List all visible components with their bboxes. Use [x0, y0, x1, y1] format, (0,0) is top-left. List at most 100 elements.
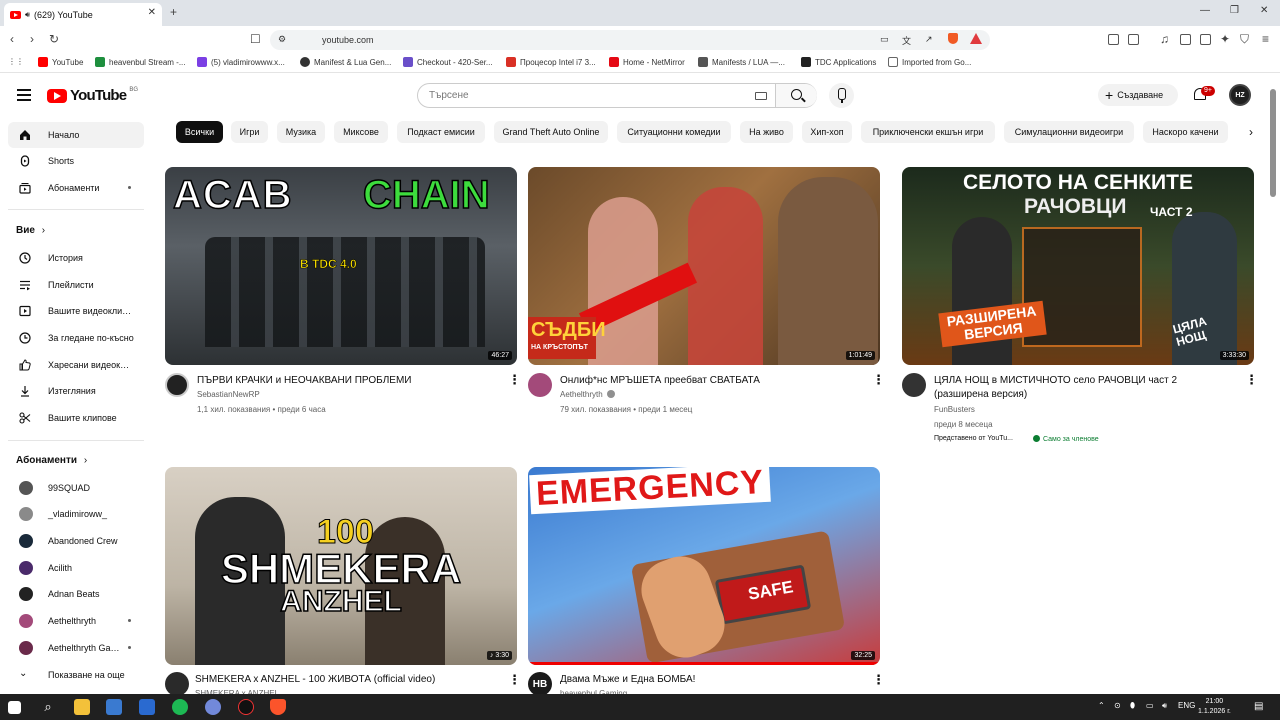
install-icon[interactable]: ▭: [880, 34, 889, 45]
account-avatar[interactable]: HZ: [1229, 84, 1251, 106]
leo-ai-icon[interactable]: ✦: [1220, 32, 1230, 46]
extensions-icon[interactable]: [1108, 34, 1119, 45]
hamburger-menu-icon[interactable]: [17, 89, 31, 101]
video-title[interactable]: Двама Мъже и Една БОМБА!: [560, 673, 860, 687]
sidebar-you-heading[interactable]: Вие ›: [16, 225, 45, 236]
store-icon[interactable]: [106, 699, 122, 715]
back-icon[interactable]: ‹: [10, 32, 14, 46]
chip-action-adventure[interactable]: Приключенски екшън игри: [861, 121, 995, 143]
channel-avatar[interactable]: [902, 373, 926, 397]
video-title[interactable]: ЦЯЛА НОЩ в МИСТИЧНОТО село РАЧОВЦИ част …: [934, 374, 1234, 402]
sidebar-subscription-item[interactable]: Acilith: [8, 555, 144, 581]
sidebar-item-your-videos[interactable]: Вашите видеоклипове: [8, 298, 144, 324]
bookmark-folder[interactable]: Imported from Go...: [888, 57, 971, 67]
language-indicator[interactable]: ENG: [1178, 701, 1195, 710]
tab-close-icon[interactable]: ✕: [148, 7, 156, 18]
video-thumbnail[interactable]: СЕЛОТО НА СЕНКИТЕ РАЧОВЦИ ЧАСТ 2 РАЗШИРЕ…: [902, 167, 1254, 365]
notification-center-icon[interactable]: ▤: [1254, 701, 1263, 712]
taskbar-search-icon[interactable]: ⌕: [40, 699, 56, 715]
channel-name[interactable]: FunBusters: [934, 405, 975, 414]
search-input[interactable]: [429, 90, 729, 101]
keyboard-icon[interactable]: [755, 92, 767, 100]
window-close-icon[interactable]: ✕: [1260, 5, 1268, 16]
chip-games[interactable]: Игри: [231, 121, 268, 143]
bookmark-item[interactable]: Checkout - 420-Ser...: [403, 57, 493, 67]
reload-icon[interactable]: ↻: [49, 32, 59, 46]
minimize-icon[interactable]: —: [1200, 5, 1210, 16]
music-icon[interactable]: ♫: [1160, 32, 1169, 46]
more-actions-icon[interactable]: [872, 372, 885, 388]
browser-tab-youtube[interactable]: 🔊︎ (629) YouTube ✕: [4, 3, 162, 26]
video-thumbnail[interactable]: EMERGENCY SAFE 32:25: [528, 467, 880, 665]
bookmark-icon[interactable]: ☐: [250, 32, 261, 46]
channel-avatar[interactable]: [165, 373, 189, 397]
menu-icon[interactable]: ≡: [1262, 32, 1269, 46]
youtube-logo[interactable]: YouTube BG: [47, 87, 138, 104]
bookmark-item[interactable]: Manifests / LUA —...: [698, 57, 785, 67]
sidebar-item-downloads[interactable]: Изтегляния: [8, 378, 144, 404]
sidebar-item-shorts[interactable]: Shorts: [8, 148, 144, 174]
screenshot-icon[interactable]: [1128, 34, 1139, 45]
sidebar-subscription-item[interactable]: 99SQUAD: [8, 475, 144, 501]
create-button[interactable]: + Създаване: [1098, 84, 1178, 106]
sidebar-item-history[interactable]: История: [8, 245, 144, 271]
network-icon[interactable]: ▭: [1146, 701, 1154, 710]
bookmark-item[interactable]: Home - NetMirror: [609, 57, 685, 67]
channel-avatar[interactable]: [165, 672, 189, 696]
sidebar-show-more[interactable]: ⌄ Показване на още: [8, 662, 144, 688]
channel-avatar[interactable]: HB: [528, 672, 552, 696]
sidebar-subscriptions-heading[interactable]: Абонаменти ›: [16, 455, 87, 466]
spotify-icon[interactable]: [172, 699, 188, 715]
video-title[interactable]: SHMEKERA x ANZHEL - 100 ЖИВОТА (official…: [195, 673, 495, 687]
system-clock[interactable]: 21:00 1.1.2026 г.: [1198, 697, 1231, 717]
bookmark-item[interactable]: (5) vladimirowww.x...: [197, 57, 285, 67]
video-thumbnail[interactable]: 100 SHMEKERA ANZHEL ♪ 3:30: [165, 467, 517, 665]
chip-live[interactable]: На живо: [740, 121, 793, 143]
wallet-icon[interactable]: [1200, 34, 1211, 45]
volume-icon[interactable]: 🔊︎: [1162, 701, 1167, 711]
chip-all[interactable]: Всички: [176, 121, 223, 143]
chips-next-chevron-icon[interactable]: ›: [1240, 121, 1262, 143]
tray-chevron-icon[interactable]: ⌃: [1098, 701, 1105, 710]
sidebar-item-clips[interactable]: Вашите клипове: [8, 405, 144, 431]
sidebar-toggle-icon[interactable]: [1180, 34, 1191, 45]
sidebar-item-home[interactable]: Начало: [8, 122, 144, 148]
sidebar-subscription-item[interactable]: Aethelthryth: [8, 608, 144, 634]
file-explorer-icon[interactable]: [74, 699, 90, 715]
restore-icon[interactable]: ❐: [1230, 5, 1239, 16]
chip-simulation-games[interactable]: Симулационни видеоигри: [1004, 121, 1134, 143]
apps-icon[interactable]: ⋮⋮: [8, 57, 24, 66]
page-scrollbar[interactable]: [1270, 89, 1276, 197]
new-tab-button[interactable]: +: [170, 5, 177, 19]
more-actions-icon[interactable]: [508, 672, 521, 688]
chip-mixes[interactable]: Миксове: [334, 121, 388, 143]
brave-browser-icon[interactable]: [270, 699, 286, 715]
forward-icon[interactable]: ›: [30, 32, 34, 46]
video-title[interactable]: Онлиф*нс МРЪШЕТА преебват СВАТБАТА: [560, 374, 860, 388]
mail-app-icon[interactable]: [139, 699, 155, 715]
more-actions-icon[interactable]: [872, 672, 885, 688]
share-icon[interactable]: ↗: [925, 34, 933, 45]
translate-icon[interactable]: 文: [902, 34, 911, 47]
channel-avatar[interactable]: [528, 373, 552, 397]
chip-recently-uploaded[interactable]: Наскоро качени: [1143, 121, 1228, 143]
chip-sitcoms[interactable]: Ситуационни комедии: [617, 121, 731, 143]
video-thumbnail[interactable]: СЪДБИ НА КРЪСТОПЪТ 1:01:49: [528, 167, 880, 365]
vpn-icon[interactable]: ⛉: [1240, 32, 1249, 47]
sidebar-subscription-item[interactable]: Aethelthryth Gaming: [8, 635, 144, 661]
tray-app-icon[interactable]: ⊙: [1114, 701, 1121, 710]
chip-hiphop[interactable]: Хип-хоп: [802, 121, 852, 143]
brave-rewards-icon[interactable]: [970, 33, 982, 44]
bookmark-item[interactable]: Manifest & Lua Gen...: [300, 57, 391, 67]
sidebar-subscription-item[interactable]: _vladimiroww_: [8, 501, 144, 527]
channel-name[interactable]: SebastianNewRP: [197, 390, 260, 399]
address-bar[interactable]: ⚙ youtube.com ▭ 文 ↗: [270, 30, 990, 50]
sidebar-subscription-item[interactable]: Adnan Beats: [8, 581, 144, 607]
sidebar-item-watch-later[interactable]: За гледане по-късно: [8, 325, 144, 351]
sidebar-item-liked[interactable]: Харесани видеоклипове: [8, 352, 144, 378]
sidebar-subscription-item[interactable]: Abandoned Crew: [8, 528, 144, 554]
chip-music[interactable]: Музика: [277, 121, 325, 143]
bookmark-item[interactable]: heavenbul Stream -...: [95, 57, 185, 67]
bookmark-item[interactable]: Процесор Intel i7 3...: [506, 57, 596, 67]
sidebar-item-subscriptions[interactable]: Абонаменти: [8, 175, 144, 201]
